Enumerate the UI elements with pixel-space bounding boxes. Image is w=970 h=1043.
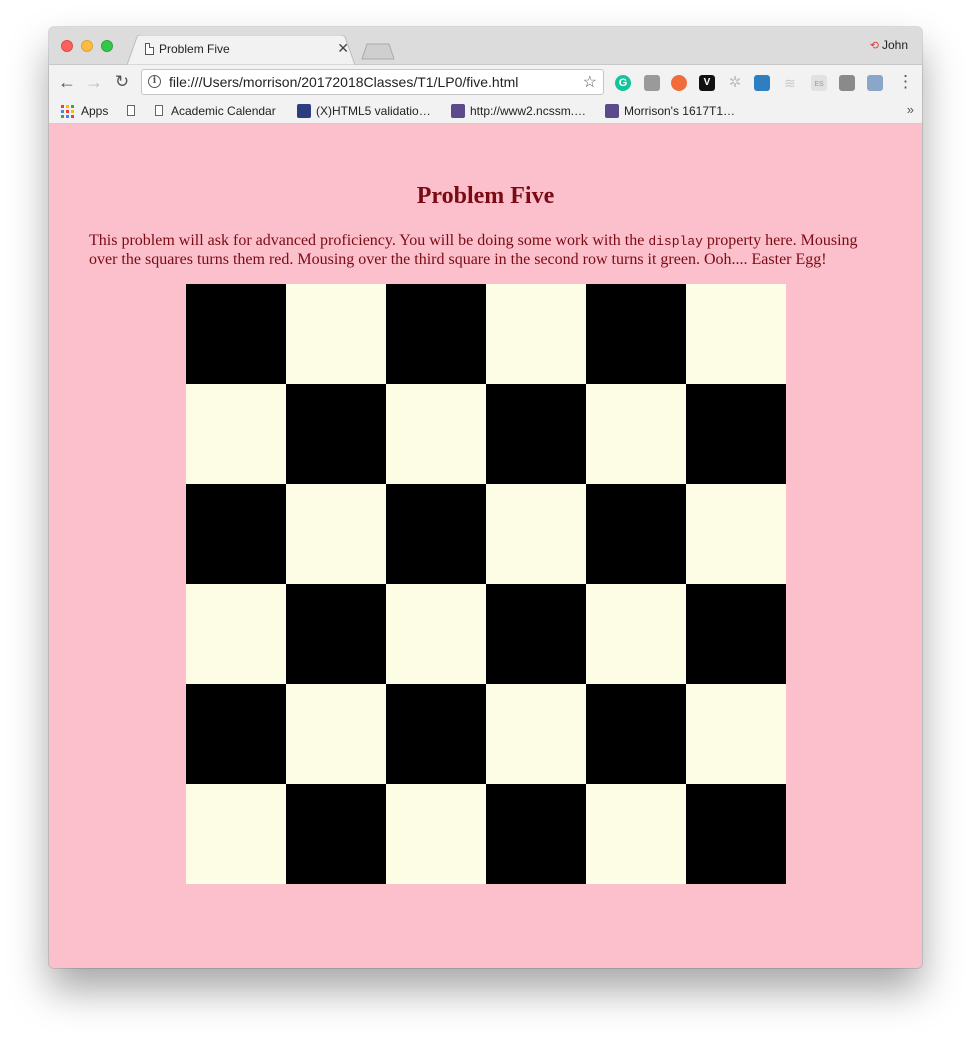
w3c-validator-icon (297, 104, 311, 118)
board-square[interactable] (286, 384, 386, 484)
apps-icon[interactable] (61, 105, 74, 118)
profile-name: John (881, 38, 908, 52)
page-icon (145, 43, 154, 55)
forward-arrow-icon[interactable]: → (83, 71, 105, 93)
ncssm-icon (451, 104, 465, 118)
feed-extension-icon[interactable]: ≋ (782, 75, 798, 91)
board-square[interactable] (186, 684, 286, 784)
title-bar: Problem Five ✕ ⟲ John (49, 27, 922, 65)
board-square[interactable] (186, 384, 286, 484)
board-square[interactable] (586, 784, 686, 884)
new-tab-button[interactable] (361, 43, 395, 60)
checkerboard (186, 284, 786, 884)
vimeo-icon[interactable]: V (699, 75, 715, 91)
board-square[interactable] (486, 284, 586, 384)
board-square[interactable] (486, 784, 586, 884)
address-bar[interactable]: i file:///Users/morrison/20172018Classes… (141, 69, 604, 95)
board-square[interactable] (686, 784, 786, 884)
board-square[interactable] (386, 584, 486, 684)
bookmark-ncssm[interactable]: http://www2.ncssm.… (470, 104, 586, 118)
back-arrow-icon[interactable]: ← (56, 71, 78, 93)
page-title: Problem Five (416, 183, 555, 209)
bookmark-html5-validation[interactable]: (X)HTML5 validatio… (316, 104, 431, 118)
close-tab-icon[interactable]: ✕ (337, 40, 349, 57)
board-square[interactable] (286, 684, 386, 784)
browser-window: Problem Five ✕ ⟲ John ← → ↻ i file:///Use… (49, 27, 922, 968)
profile-button[interactable]: ⟲ John (870, 38, 908, 52)
bookmark-apps[interactable]: Apps (81, 104, 108, 118)
page-content: Problem Five This problem will ask for a… (49, 124, 922, 968)
ncssm-icon (605, 104, 619, 118)
board-square[interactable] (386, 484, 486, 584)
board-square[interactable] (486, 584, 586, 684)
board-square[interactable] (186, 784, 286, 884)
board-square[interactable] (186, 584, 286, 684)
reload-icon[interactable]: ↻ (111, 71, 133, 93)
gray-extension-icon[interactable]: ✲ (727, 75, 743, 91)
printer-extension-icon[interactable] (867, 75, 883, 91)
board-square[interactable] (686, 684, 786, 784)
board-square[interactable] (286, 584, 386, 684)
board-square[interactable] (386, 384, 486, 484)
description-text: This problem will ask for advanced profi… (89, 232, 649, 249)
board-square[interactable] (586, 384, 686, 484)
tab-problem-five[interactable]: Problem Five ✕ (127, 35, 355, 65)
minimize-window-button[interactable] (81, 40, 93, 52)
board-square[interactable] (386, 684, 486, 784)
extension-icon[interactable] (644, 75, 660, 91)
key-extension-icon[interactable] (754, 75, 770, 91)
maximize-window-button[interactable] (101, 40, 113, 52)
board-square[interactable] (186, 484, 286, 584)
board-square[interactable] (186, 284, 286, 384)
bookmark-blank-doc-icon[interactable] (127, 105, 135, 116)
menu-icon[interactable]: ⋮ (897, 71, 914, 93)
board-square[interactable] (286, 784, 386, 884)
board-square[interactable] (386, 784, 486, 884)
board-square[interactable] (486, 384, 586, 484)
board-square[interactable] (686, 584, 786, 684)
bookmarks-bar: Apps Academic Calendar (X)HTML5 validati… (49, 99, 922, 124)
board-square[interactable] (586, 584, 686, 684)
url-text[interactable]: file:///Users/morrison/20172018Classes/T… (169, 74, 518, 90)
orange-extension-icon[interactable] (671, 75, 687, 91)
board-square[interactable] (586, 284, 686, 384)
bookmark-morrison[interactable]: Morrison's 1617T1… (624, 104, 735, 118)
toolbar: ← → ↻ i file:///Users/morrison/20172018C… (49, 65, 922, 99)
description-code: display (648, 234, 703, 249)
board-square[interactable] (286, 484, 386, 584)
info-icon[interactable]: i (148, 75, 161, 88)
grammarly-icon[interactable]: G (615, 75, 631, 91)
board-square[interactable] (486, 684, 586, 784)
board-square[interactable] (686, 284, 786, 384)
tab-title: Problem Five (159, 42, 230, 56)
doc-icon (155, 105, 163, 116)
board-square[interactable] (686, 384, 786, 484)
board-square[interactable] (386, 284, 486, 384)
close-window-button[interactable] (61, 40, 73, 52)
board-square[interactable] (486, 484, 586, 584)
board-square[interactable] (586, 484, 686, 584)
board-square[interactable] (586, 684, 686, 784)
bookmark-academic-calendar[interactable]: Academic Calendar (171, 104, 276, 118)
es-extension-icon[interactable]: ES (811, 75, 827, 91)
board-square[interactable] (286, 284, 386, 384)
page-description: This problem will ask for advanced profi… (89, 232, 879, 269)
bookmark-star-icon[interactable]: ☆ (583, 72, 597, 92)
board-square[interactable] (686, 484, 786, 584)
bookmarks-overflow-icon[interactable]: » (907, 102, 914, 117)
pocket-extension-icon[interactable] (839, 75, 855, 91)
profile-sync-icon: ⟲ (869, 40, 879, 52)
